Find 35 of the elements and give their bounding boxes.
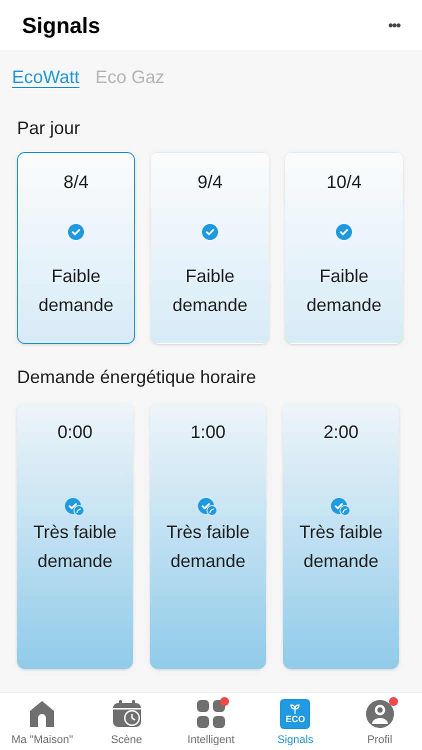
day-card[interactable]: 10/4 Faible demande [285,152,403,344]
nav-tab[interactable]: Ma "Maison" [2,699,82,748]
day-card[interactable]: 9/4 Faible demande [151,152,269,344]
nav-tab[interactable]: Profil [340,699,420,748]
hour-time: 1:00 [190,421,226,444]
check-leaf-icon [65,498,85,516]
demand-status: Faible demande [171,265,249,317]
demand-status: Faible demande [37,265,115,317]
demand-status: Très faible demande [165,521,251,573]
nav-tab[interactable]: Scène [86,699,167,748]
check-leaf-icon [198,498,218,516]
day-date: 10/4 [326,171,362,194]
eco-icon: ECO [280,699,310,729]
day-date: 9/4 [197,171,223,194]
check-circle-icon [336,224,352,240]
day-date: 8/4 [63,171,89,194]
calendar-clock-icon [112,699,142,729]
section-title: Demande énergétique horaire [17,367,256,387]
hour-time: 2:00 [323,421,359,444]
hour-time: 0:00 [57,421,93,444]
check-circle-icon [68,224,84,240]
profile-icon [364,699,395,729]
day-card[interactable]: 8/4 Faible demande [17,152,135,344]
demand-status: Très faible demande [298,521,384,573]
check-circle-icon [202,224,218,240]
demand-status: Très faible demande [32,521,118,573]
section-title: Par jour [17,118,80,138]
tab[interactable]: EcoWatt [12,64,80,91]
grid-icon [196,699,226,729]
demand-status: Faible demande [305,265,383,317]
nav-tab[interactable]: ECO Signals [255,699,336,748]
more-menu-button[interactable]: ••• [388,14,400,36]
nav-tab[interactable]: Intelligent [170,699,251,748]
check-leaf-icon [331,498,351,516]
page-title: Signals [22,12,100,40]
